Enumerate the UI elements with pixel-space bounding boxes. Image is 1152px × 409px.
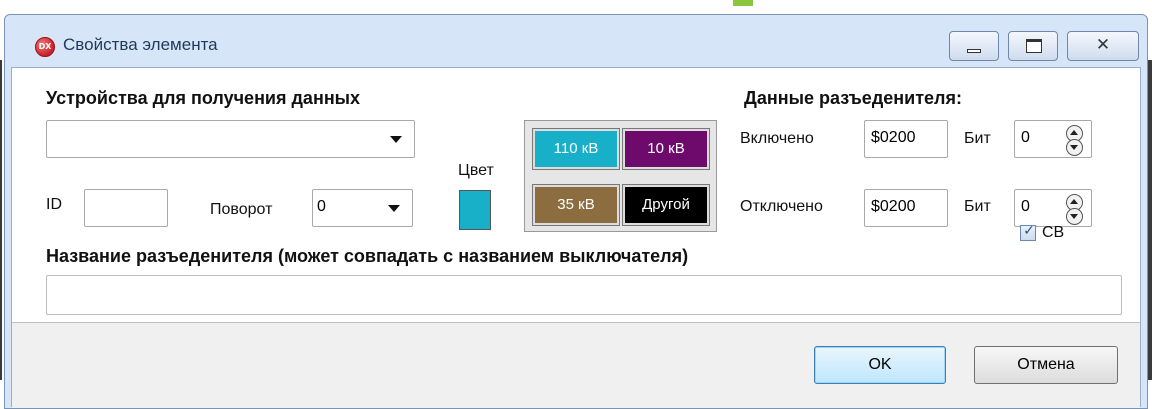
cb-checkbox[interactable]: ✓ bbox=[1020, 223, 1036, 241]
app-icon: DX bbox=[35, 37, 55, 57]
dialog-footer: OK Отмена bbox=[12, 322, 1140, 408]
background-edge-right bbox=[1148, 60, 1152, 380]
disconnector-name-heading: Название разъеденителя (может совпадать … bbox=[46, 246, 689, 266]
minimize-icon bbox=[967, 49, 981, 53]
id-input[interactable] bbox=[84, 189, 168, 227]
close-icon: ✕ bbox=[1095, 35, 1111, 55]
on-bit-spinner[interactable]: 0 bbox=[1014, 120, 1092, 158]
dialog-content: Устройства для получения данных ID Повор… bbox=[11, 67, 1141, 408]
on-bit-label: Бит bbox=[964, 130, 991, 147]
background-edge-left bbox=[0, 60, 2, 380]
off-bit-spinner[interactable]: 0 bbox=[1014, 189, 1092, 227]
devices-combo[interactable] bbox=[46, 120, 415, 158]
cancel-button[interactable]: Отмена bbox=[974, 346, 1118, 384]
window-title: Свойства элемента bbox=[63, 35, 218, 54]
color-label: Цвет bbox=[458, 162, 494, 179]
voltage-color-palette: 110 кВ 10 кВ 35 кВ Другой bbox=[524, 120, 717, 232]
close-button[interactable]: ✕ bbox=[1067, 31, 1139, 61]
rotation-label: Поворот bbox=[210, 201, 273, 218]
disconnector-name-input[interactable] bbox=[46, 275, 1122, 315]
rotation-combo-value: 0 bbox=[317, 198, 326, 215]
footer-divider bbox=[12, 322, 1140, 323]
disconnector-data-heading: Данные разъеденителя: bbox=[744, 88, 962, 108]
palette-10kv-button[interactable]: 10 кВ bbox=[622, 128, 710, 170]
on-bit-value: 0 bbox=[1021, 129, 1030, 146]
desktop-backdrop bbox=[0, 0, 1152, 14]
title-bar[interactable]: DX Свойства элемента ✕ bbox=[5, 15, 1147, 65]
off-bit-label: Бит bbox=[964, 198, 991, 215]
rotation-combo[interactable]: 0 bbox=[312, 189, 413, 227]
palette-other-button[interactable]: Другой bbox=[622, 184, 710, 226]
properties-dialog: DX Свойства элемента ✕ Устройства для по… bbox=[4, 14, 1148, 409]
id-label: ID bbox=[46, 196, 62, 213]
maximize-button[interactable] bbox=[1008, 31, 1058, 61]
off-label: Отключено bbox=[740, 198, 823, 215]
ok-button[interactable]: OK bbox=[814, 346, 946, 384]
spin-down-icon[interactable] bbox=[1066, 208, 1083, 225]
chevron-down-icon bbox=[390, 136, 402, 143]
maximize-icon bbox=[1026, 39, 1042, 53]
off-address-value: $0200 bbox=[871, 198, 916, 215]
spin-down-icon[interactable] bbox=[1066, 139, 1083, 156]
on-address-value: $0200 bbox=[871, 129, 916, 146]
on-address-input[interactable]: $0200 bbox=[864, 120, 948, 158]
palette-110kv-button[interactable]: 110 кВ bbox=[532, 128, 620, 170]
chevron-down-icon bbox=[388, 205, 400, 212]
palette-35kv-button[interactable]: 35 кВ bbox=[532, 184, 620, 226]
on-label: Включено bbox=[740, 130, 814, 147]
background-window-strip bbox=[300, 0, 760, 6]
background-green-mark bbox=[733, 0, 753, 6]
devices-heading: Устройства для получения данных bbox=[46, 88, 361, 108]
cb-label: CB bbox=[1042, 224, 1065, 241]
current-color-swatch[interactable] bbox=[459, 190, 491, 230]
minimize-button[interactable] bbox=[949, 31, 999, 61]
off-bit-value: 0 bbox=[1021, 198, 1030, 215]
checkmark-icon: ✓ bbox=[1023, 223, 1035, 239]
off-address-input[interactable]: $0200 bbox=[864, 189, 948, 227]
